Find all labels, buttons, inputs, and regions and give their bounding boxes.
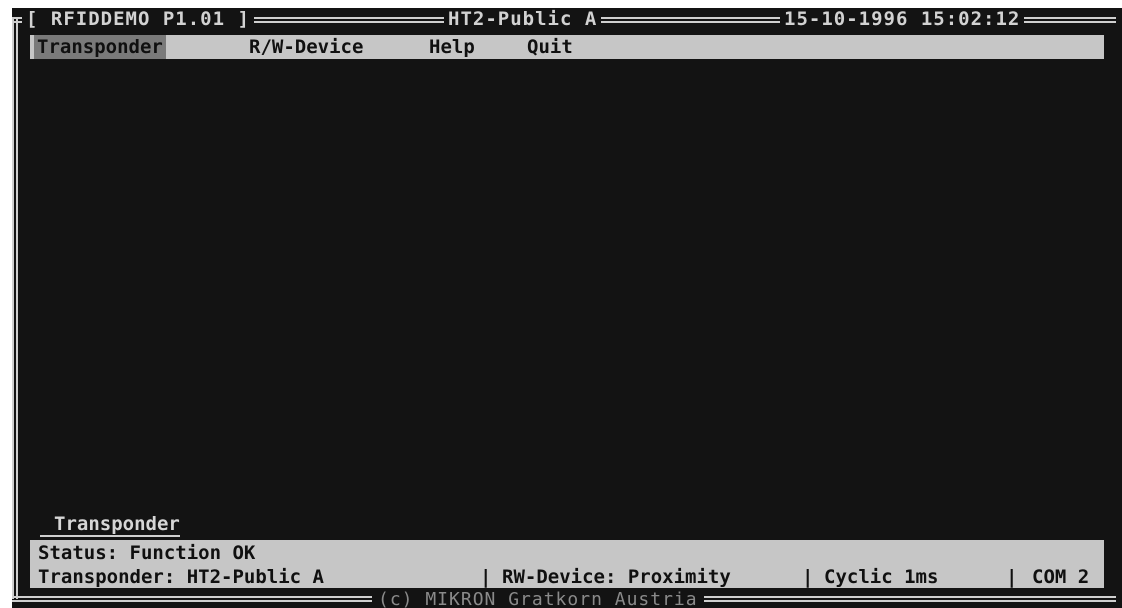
menu-quit[interactable]: Quit <box>524 35 576 59</box>
frame-left <box>12 17 18 599</box>
menu-transponder[interactable]: Transponder <box>34 35 166 59</box>
work-area <box>30 59 1104 519</box>
copyright-footer: (c) MIKRON Gratkorn Austria <box>372 590 704 608</box>
status-line: Status: Function OK <box>38 542 256 564</box>
datetime: 15-10-1996 15:02:12 <box>780 8 1025 30</box>
status-bar: Status: Function OK Transponder: HT2-Pub… <box>30 540 1104 588</box>
status-port: COM 2 <box>1032 566 1090 588</box>
menu-rw-device[interactable]: R/W-Device <box>246 35 366 59</box>
status-separator: | <box>802 566 814 588</box>
status-separator: | <box>480 566 492 588</box>
status-mode: Cyclic 1ms <box>824 566 939 588</box>
status-rw-device: RW-Device: Proximity <box>502 566 731 588</box>
status-separator: | <box>1006 566 1018 588</box>
transponder-type-title: HT2-Public A <box>444 8 602 30</box>
dos-screen: [ RFIDDEMO P1.01 ] HT2-Public A 15-10-19… <box>12 8 1122 608</box>
menu-help[interactable]: Help <box>426 35 478 59</box>
status-transponder: Transponder: HT2-Public A <box>38 566 324 588</box>
menu-bar: Transponder R/W-Device Help Quit <box>30 35 1104 59</box>
panel-caption: Transponder <box>40 513 180 537</box>
app-title: [ RFIDDEMO P1.01 ] <box>22 8 254 30</box>
